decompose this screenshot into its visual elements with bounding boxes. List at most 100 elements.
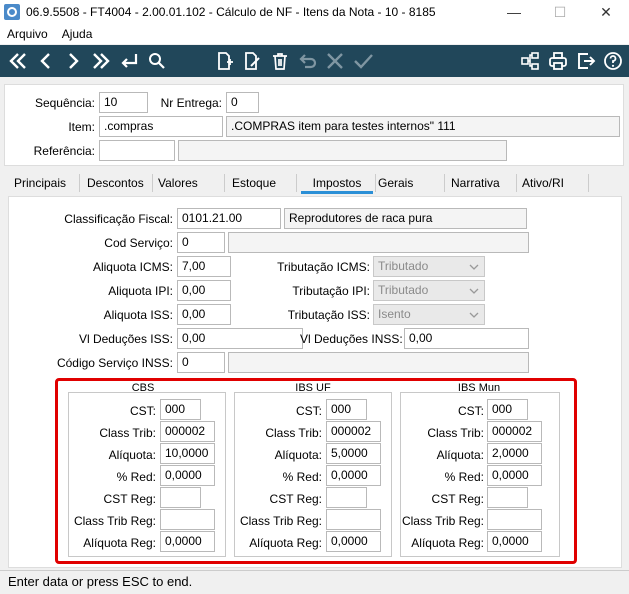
next-icon[interactable]: [61, 49, 85, 73]
cod-serv-inss-label: Código Serviço INSS:: [56, 356, 173, 370]
cbs-class-trib-label: Class Trib:: [99, 426, 156, 440]
referencia-label: Referência:: [33, 144, 95, 158]
ded-iss-field[interactable]: 0,00: [177, 328, 303, 349]
sequencia-label: Sequência:: [34, 96, 95, 110]
ibs-uf-class-trib-field[interactable]: 000002: [326, 421, 381, 442]
ibs-mun-class-trib-label: Class Trib:: [427, 426, 484, 440]
ibs-mun-cst-label: CST:: [457, 404, 484, 418]
minimize-button[interactable]: —: [491, 0, 537, 24]
tab-separator: [296, 174, 297, 192]
ibs-uf-aliquota-reg-field[interactable]: 0,0000: [326, 531, 381, 552]
aliq-iss-label: Aliquota ISS:: [103, 308, 173, 322]
aliq-iss-field[interactable]: 0,00: [177, 304, 231, 325]
cbs-class-trib-reg-label: Class Trib Reg:: [73, 514, 156, 528]
tab-bar: Principais Descontos Valores Estoque Imp…: [4, 172, 624, 194]
ibs-uf-class-trib-reg-label: Class Trib Reg:: [239, 514, 322, 528]
tab-ativo-ri[interactable]: Ativo/RI: [522, 172, 564, 194]
aliq-icms-field[interactable]: 7,00: [177, 256, 231, 277]
ibs-uf-aliquota-field[interactable]: 5,0000: [326, 443, 381, 464]
edit-icon[interactable]: [240, 49, 264, 73]
ibs-uf-class-trib-label: Class Trib:: [265, 426, 322, 440]
ibs-uf-red-field[interactable]: 0,0000: [326, 465, 381, 486]
trib-iss-select[interactable]: Isento: [373, 304, 485, 325]
cbs-class-trib-field[interactable]: 000002: [160, 421, 215, 442]
cbs-cst-reg-field[interactable]: [160, 487, 201, 508]
cod-serv-inss-desc-field: [228, 352, 529, 373]
ibs-uf-class-trib-reg-field[interactable]: [326, 509, 381, 530]
menu-ajuda[interactable]: Ajuda: [55, 27, 100, 41]
close-button[interactable]: ✕: [583, 0, 629, 24]
trib-iss-label: Tributação ISS:: [287, 308, 370, 322]
ibs-uf-cst-reg-field[interactable]: [326, 487, 367, 508]
ibs-mun-red-field[interactable]: 0,0000: [487, 465, 542, 486]
tab-separator: [588, 174, 589, 192]
ibs-uf-aliquota-reg-label: Alíquota Reg:: [249, 536, 322, 550]
referencia-desc-field: [178, 140, 507, 161]
delete-icon[interactable]: [268, 49, 292, 73]
cod-servico-field[interactable]: 0: [177, 232, 225, 253]
tab-estoque[interactable]: Estoque: [232, 172, 276, 194]
ibs-mun-cst-field[interactable]: 000: [487, 399, 528, 420]
nr-entrega-field[interactable]: 0: [226, 92, 259, 113]
last-icon[interactable]: [89, 49, 113, 73]
ded-iss-label: Vl Deduções ISS:: [78, 332, 173, 346]
cbs-class-trib-reg-field[interactable]: [160, 509, 215, 530]
item-code-field[interactable]: .compras: [99, 116, 223, 137]
search-icon[interactable]: [145, 49, 169, 73]
exit-icon[interactable]: [574, 49, 598, 73]
tab-separator: [444, 174, 445, 192]
ibs-mun-class-trib-reg-field[interactable]: [487, 509, 542, 530]
tab-valores[interactable]: Valores: [158, 172, 198, 194]
title-bar: 06.9.5508 - FT4004 - 2.00.01.102 - Cálcu…: [0, 0, 629, 24]
new-icon[interactable]: [212, 49, 236, 73]
maximize-button[interactable]: ☐: [537, 0, 583, 24]
confirm-icon[interactable]: [351, 49, 375, 73]
tab-gerais[interactable]: Gerais: [378, 172, 413, 194]
sequencia-field[interactable]: 10: [99, 92, 148, 113]
ibs-mun-class-trib-reg-label: Class Trib Reg:: [401, 514, 484, 528]
ibs-uf-red-label: % Red:: [282, 470, 322, 484]
ibs-mun-cst-reg-field[interactable]: [487, 487, 528, 508]
tab-narrativa[interactable]: Narrativa: [451, 172, 500, 194]
trib-icms-label: Tributação ICMS:: [277, 260, 370, 274]
ibs-mun-aliquota-field[interactable]: 2,0000: [487, 443, 542, 464]
chevron-down-icon: [469, 312, 479, 318]
ibs-mun-class-trib-field[interactable]: 000002: [487, 421, 542, 442]
cbs-red-field[interactable]: 0,0000: [160, 465, 215, 486]
ded-inss-label: Vl Deduções INSS:: [300, 332, 403, 346]
cod-serv-inss-field[interactable]: 0: [177, 352, 225, 373]
trib-ipi-value: Tributado: [378, 283, 429, 297]
class-fiscal-field[interactable]: 0101.21.00: [177, 208, 281, 229]
tab-descontos[interactable]: Descontos: [87, 172, 144, 194]
ibs-uf-aliquota-label: Alíquota:: [274, 448, 322, 462]
tree-icon[interactable]: [518, 49, 542, 73]
cbs-aliquota-label: Alíquota:: [108, 448, 156, 462]
ibs-mun-red-label: % Red:: [444, 470, 484, 484]
aliq-icms-label: Aliquota ICMS:: [92, 260, 173, 274]
trib-ipi-select[interactable]: Tributado: [373, 280, 485, 301]
prev-icon[interactable]: [34, 49, 58, 73]
item-label: Item:: [68, 120, 95, 134]
ibs-mun-aliquota-reg-field[interactable]: 0,0000: [487, 531, 542, 552]
ded-inss-field[interactable]: 0,00: [404, 328, 529, 349]
app-icon: [4, 4, 20, 20]
cbs-cst-field[interactable]: 000: [160, 399, 201, 420]
cbs-aliquota-reg-field[interactable]: 0,0000: [160, 531, 215, 552]
help-icon[interactable]: [601, 49, 625, 73]
trib-icms-select[interactable]: Tributado: [373, 256, 485, 277]
aliq-ipi-label: Aliquota IPI:: [108, 284, 173, 298]
tab-impostos[interactable]: Impostos: [301, 172, 373, 194]
ibs-mun-cst-reg-label: CST Reg:: [431, 492, 484, 506]
cbs-aliquota-field[interactable]: 10,0000: [160, 443, 215, 464]
undo-icon[interactable]: [296, 49, 320, 73]
menu-arquivo[interactable]: Arquivo: [0, 27, 55, 41]
tab-principais[interactable]: Principais: [14, 172, 66, 194]
return-icon[interactable]: [117, 49, 141, 73]
print-icon[interactable]: [546, 49, 570, 73]
first-icon[interactable]: [6, 49, 30, 73]
referencia-field[interactable]: [99, 140, 175, 161]
aliq-ipi-field[interactable]: 0,00: [177, 280, 231, 301]
cbs-red-label: % Red:: [116, 470, 156, 484]
cancel-icon[interactable]: [323, 49, 347, 73]
ibs-uf-cst-field[interactable]: 000: [326, 399, 367, 420]
